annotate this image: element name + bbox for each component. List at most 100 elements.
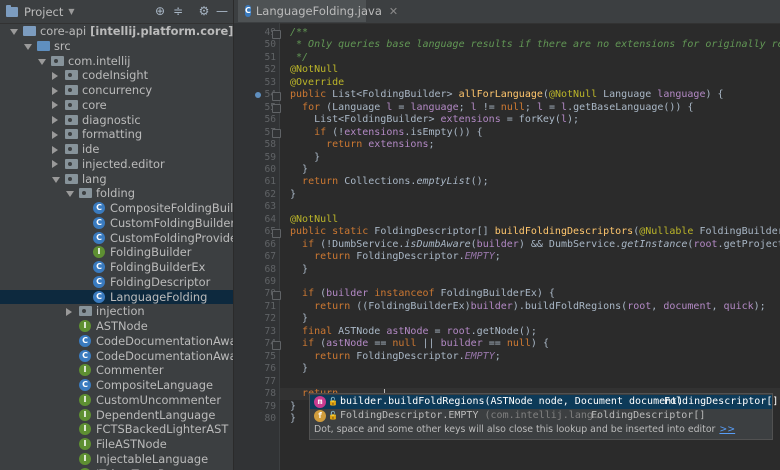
tree-item[interactable]: I Commenter (0, 363, 233, 378)
code-token: ); (566, 114, 580, 126)
interface-icon: I (79, 320, 91, 332)
code-token: emptyList (416, 176, 471, 188)
source-folder-icon (37, 40, 50, 51)
code-token: extensions (344, 126, 405, 138)
tree-item-label: FCTSBackedLighterAST (96, 422, 229, 437)
code-token: language (410, 101, 459, 113)
code-token: @NotNull (548, 89, 604, 101)
code-line: } (290, 363, 308, 375)
tree-item-label: LanguageFolding (110, 289, 208, 304)
completion-item[interactable]: m 🔓 builder.buildFoldRegions(ASTNode node,… (310, 395, 778, 409)
code-line: @Override (290, 77, 344, 89)
tree-item[interactable]: folding (0, 186, 233, 201)
tree-item[interactable]: I InjectableLanguage (0, 452, 233, 467)
expand-arrow-right-icon[interactable] (52, 130, 58, 139)
code-token: || (416, 338, 441, 350)
close-icon[interactable]: ✕ (389, 5, 398, 18)
expand-arrow-down-icon[interactable] (52, 176, 60, 183)
tree-item-label: com.intellij (68, 53, 131, 68)
code-token: ).buildFoldRegions( (512, 300, 628, 312)
tree-item[interactable]: injected.editor (0, 157, 233, 172)
code-line: } (290, 413, 296, 425)
expand-arrow-right-icon[interactable] (52, 116, 58, 124)
tree-item[interactable]: I ASTNode (0, 319, 233, 334)
line-number: 52 (264, 64, 276, 76)
tree-item-label: core-api [intellij.platform.core] (40, 24, 233, 39)
code-token: ) && DumbService. (518, 238, 622, 250)
tree-item[interactable]: src (0, 39, 233, 54)
expand-arrow-right-icon[interactable] (52, 145, 58, 154)
tree-item[interactable]: I CustomUncommenter (0, 393, 233, 408)
expand-arrow-right-icon[interactable] (52, 71, 58, 80)
tree-item[interactable]: IITokenTypeRemapper (0, 467, 233, 470)
tab-language-folding[interactable]: C LanguageFolding.java ✕ (238, 0, 398, 22)
line-number: 50 (264, 39, 276, 51)
code-line: public List<FoldingBuilder> allForLangua… (290, 89, 724, 101)
code-token: .getBaseLanguage()) { (567, 101, 694, 113)
tree-item[interactable]: com.intellij (0, 54, 233, 69)
tree-item[interactable]: diagnostic (0, 113, 233, 128)
tree-item[interactable]: C LanguageFolding (0, 289, 233, 305)
code-token: ; (524, 101, 537, 113)
code-line: if (!DumbService.isDumbAware(builder) &&… (290, 239, 780, 251)
tree-item-label: FileASTNode (96, 437, 167, 451)
tree-item[interactable]: core-api [intellij.platform.core] (0, 24, 233, 39)
expand-arrow-down-icon[interactable] (10, 29, 18, 35)
gear-icon[interactable]: ⚙ (196, 3, 212, 19)
expand-arrow-down-icon[interactable] (66, 191, 74, 198)
tree-item[interactable]: C CustomFoldingProvider (0, 231, 233, 246)
expand-arrow-right-icon[interactable] (52, 86, 58, 95)
tree-item[interactable]: C CustomFoldingBuilder (0, 216, 233, 231)
chevron-down-icon[interactable]: ▼ (68, 7, 74, 16)
class-icon: C (93, 202, 105, 214)
tree-item-label: ASTNode (96, 319, 148, 333)
code-token: Collections. (344, 176, 417, 188)
expand-arrow-down-icon[interactable] (24, 43, 32, 50)
tree-item[interactable]: core (0, 98, 233, 113)
hide-panel-icon[interactable]: — (214, 3, 230, 19)
code-token: ); (753, 300, 766, 312)
tree-item[interactable]: C CompositeFoldingBuilder (0, 201, 233, 216)
package-icon (65, 173, 78, 184)
tree-item[interactable]: I FileASTNode (0, 437, 233, 452)
code-line: return FoldingDescriptor.EMPTY; (290, 351, 501, 363)
tree-item[interactable]: C CodeDocumentationAwareCo (0, 334, 233, 349)
interface-icon: I (79, 408, 91, 421)
collapse-all-icon[interactable]: ≑ (170, 3, 186, 19)
code-token: builder (440, 338, 483, 350)
expand-arrow-down-icon[interactable] (38, 58, 46, 65)
code-token: ASTNode (338, 325, 387, 337)
tree-item[interactable]: C FoldingBuilderEx (0, 260, 233, 275)
expand-arrow-right-icon[interactable] (52, 101, 58, 110)
tree-item[interactable]: C CompositeLanguage (0, 378, 233, 393)
completion-item-label: FoldingDescriptor.EMPTY (com.intellij.la… (340, 409, 599, 423)
expand-arrow-right-icon[interactable] (66, 307, 72, 316)
tree-item[interactable]: lang (0, 172, 233, 187)
project-panel-title[interactable]: Project (24, 5, 63, 19)
code-token: return (314, 300, 357, 312)
code-token: } (290, 313, 309, 325)
completion-item[interactable]: f 🔓 FoldingDescriptor.EMPTY (com.intellij.… (310, 409, 772, 423)
line-number: 51 (264, 51, 276, 63)
code-token: ) { (705, 89, 724, 101)
completion-hint-link[interactable]: >> (719, 424, 735, 435)
code-line: return Collections.emptyList(); (290, 176, 489, 188)
locate-icon[interactable]: ⊕ (152, 3, 168, 19)
tree-item[interactable]: I FoldingBuilder (0, 245, 233, 260)
tree-item[interactable]: I DependentLanguage (0, 408, 233, 423)
tree-item[interactable]: ide (0, 142, 233, 157)
line-number: 58 (264, 139, 276, 151)
tree-item[interactable]: codeInsight (0, 68, 233, 83)
code-token: ) { (530, 338, 549, 350)
tree-item[interactable]: C CodeDocumentationAwareCo (0, 349, 233, 364)
tree-item[interactable]: concurrency (0, 83, 233, 98)
tree-item[interactable]: C FoldingDescriptor (0, 275, 233, 290)
tree-item[interactable]: formatting (0, 127, 233, 142)
tree-item-label: ITokenTypeRemapper (96, 467, 217, 470)
tree-item[interactable]: injection (0, 304, 233, 319)
code-token: = (542, 101, 562, 113)
line-number: 57 (264, 126, 276, 138)
expand-arrow-right-icon[interactable] (52, 160, 58, 169)
tree-item[interactable]: I FCTSBackedLighterAST (0, 422, 233, 437)
